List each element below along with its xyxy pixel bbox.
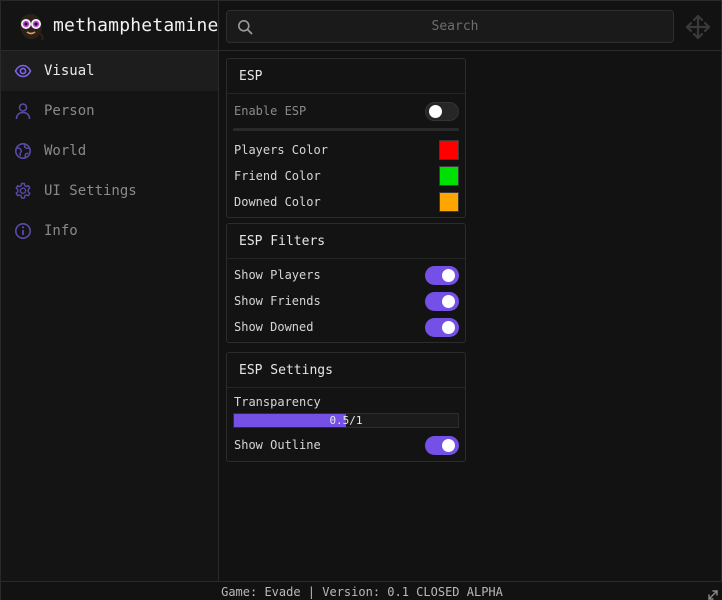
sidebar-item-label: UI Settings <box>44 183 137 199</box>
sidebar-item-label: Visual <box>44 63 95 79</box>
enable-esp-toggle[interactable] <box>425 101 459 121</box>
downed-color-swatch[interactable] <box>439 192 459 212</box>
divider <box>233 128 459 131</box>
person-icon <box>14 102 32 120</box>
header <box>219 1 722 51</box>
sidebar-item-world[interactable]: World <box>1 131 218 171</box>
sidebar-item-label: Person <box>44 103 95 119</box>
show-downed-label: Show Downed <box>234 320 314 334</box>
show-downed-row: Show Downed <box>227 314 465 340</box>
esp-settings-card: ESP Settings Transparency 0.5/1 Show Out… <box>226 352 466 462</box>
sidebar-item-info[interactable]: Info <box>1 211 218 251</box>
enable-esp-label: Enable ESP <box>234 104 307 118</box>
esp-card-title: ESP <box>227 59 465 94</box>
move-icon[interactable] <box>684 13 712 41</box>
esp-card: ESP Enable ESP Players Color Friend Colo… <box>226 58 466 218</box>
sidebar-item-label: Info <box>44 223 78 239</box>
search-bar <box>226 10 674 43</box>
search-input[interactable] <box>227 11 673 42</box>
toggle-knob <box>442 320 455 334</box>
show-outline-toggle[interactable] <box>425 435 459 455</box>
show-friends-row: Show Friends <box>227 288 465 314</box>
show-players-toggle[interactable] <box>425 265 459 285</box>
friend-color-label: Friend Color <box>234 169 321 183</box>
show-downed-toggle[interactable] <box>425 317 459 337</box>
globe-icon <box>14 142 32 160</box>
brand: methamphetamine <box>1 1 218 51</box>
info-icon <box>14 222 32 240</box>
players-color-swatch[interactable] <box>439 140 459 160</box>
status-bar: Game: Evade | Version: 0.1 CLOSED ALPHA <box>1 581 722 600</box>
show-outline-row: Show Outline <box>227 432 465 458</box>
downed-color-row: Downed Color <box>227 189 465 215</box>
transparency-label: Transparency <box>234 395 321 409</box>
sidebar-item-person[interactable]: Person <box>1 91 218 131</box>
mascot-face-icon <box>17 11 45 41</box>
esp-filters-card: ESP Filters Show Players Show Friends Sh… <box>226 223 466 343</box>
status-text: Game: Evade | Version: 0.1 CLOSED ALPHA <box>221 585 503 599</box>
toggle-knob <box>442 268 455 282</box>
sidebar-item-visual[interactable]: Visual <box>1 51 218 91</box>
app-window: methamphetamine Visual Person World UI S… <box>0 0 722 600</box>
sidebar-item-label: World <box>44 143 87 159</box>
esp-settings-card-title: ESP Settings <box>227 353 465 388</box>
friend-color-swatch[interactable] <box>439 166 459 186</box>
players-color-label: Players Color <box>234 143 328 157</box>
players-color-row: Players Color <box>227 137 465 163</box>
toggle-knob <box>442 438 455 452</box>
enable-esp-row: Enable ESP <box>227 98 465 124</box>
toggle-knob <box>442 294 455 308</box>
show-players-label: Show Players <box>234 268 321 282</box>
sidebar-nav: Visual Person World UI Settings Info <box>1 51 218 251</box>
transparency-value: 0.5/1 <box>329 414 363 427</box>
downed-color-label: Downed Color <box>234 195 321 209</box>
friend-color-row: Friend Color <box>227 163 465 189</box>
search-icon <box>237 19 253 35</box>
eye-icon <box>14 62 32 80</box>
transparency-slider[interactable]: 0.5/1 <box>233 413 459 428</box>
sidebar-item-ui-settings[interactable]: UI Settings <box>1 171 218 211</box>
sidebar: methamphetamine Visual Person World UI S… <box>1 1 219 581</box>
toggle-knob <box>429 104 442 118</box>
show-friends-label: Show Friends <box>234 294 321 308</box>
esp-filters-card-title: ESP Filters <box>227 224 465 259</box>
main-content: ESP Enable ESP Players Color Friend Colo… <box>219 52 722 581</box>
show-outline-label: Show Outline <box>234 438 321 452</box>
gear-icon <box>14 182 32 200</box>
show-friends-toggle[interactable] <box>425 291 459 311</box>
resize-icon[interactable] <box>707 586 719 600</box>
app-title: methamphetamine <box>53 15 219 36</box>
show-players-row: Show Players <box>227 262 465 288</box>
